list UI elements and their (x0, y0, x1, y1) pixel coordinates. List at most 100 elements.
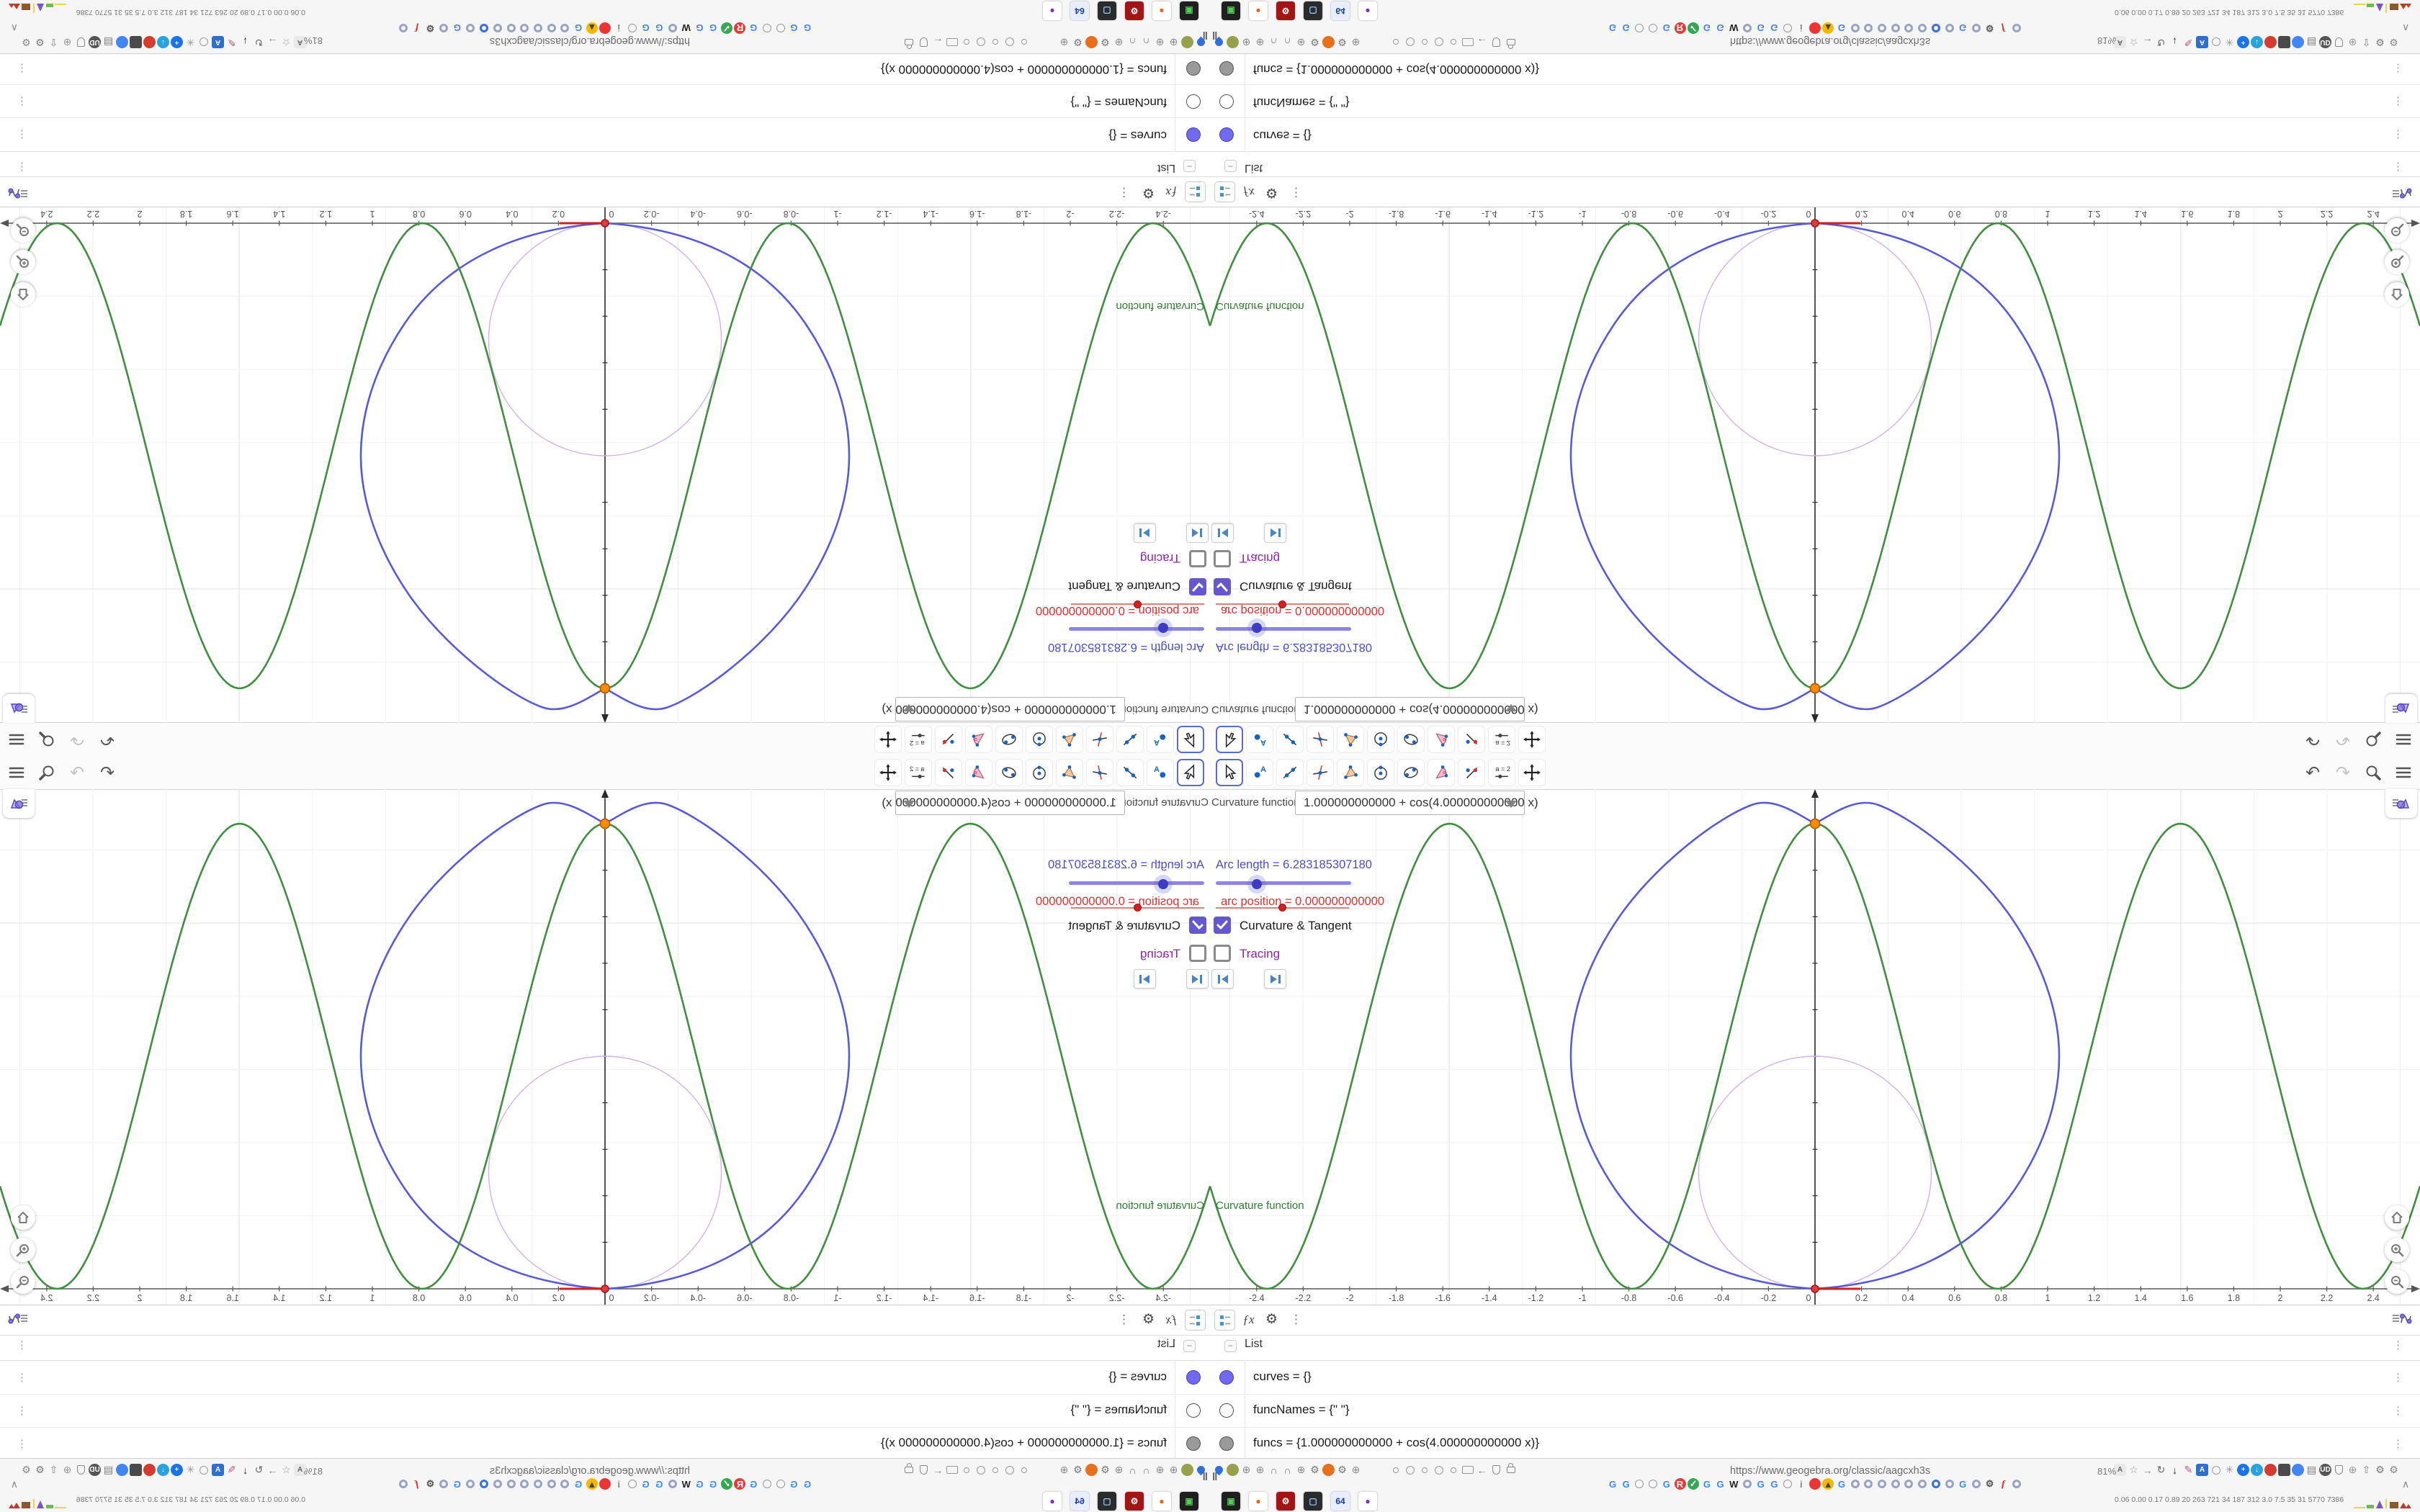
tab-favicon[interactable] (438, 22, 449, 34)
tab-favicon[interactable] (1876, 1478, 1888, 1490)
tool-ellipse[interactable] (995, 759, 1023, 786)
radio-icon[interactable] (975, 36, 987, 48)
kebab-menu-icon[interactable]: ⋮ (2393, 95, 2403, 108)
tab-favicon[interactable] (1903, 22, 1914, 34)
monitor-app-icon[interactable]: ▢ (1098, 1492, 1116, 1511)
radio-icon[interactable] (975, 1464, 987, 1476)
trash-icon[interactable] (130, 36, 142, 48)
address-url[interactable]: https://www.geogebra.org/classic/aagcxh3… (490, 35, 690, 47)
tool-point[interactable]: A (1147, 759, 1174, 786)
tab-favicon[interactable] (1647, 22, 1659, 34)
terminal-app-icon[interactable]: ▣ (1180, 1, 1198, 20)
radio-icon[interactable] (1418, 36, 1430, 48)
tab-favicon[interactable] (398, 22, 409, 34)
list-item[interactable]: funcs = {1.000000000000 + cos(4.00000000… (1210, 1427, 2420, 1461)
globe-icon[interactable]: ⊕ (1113, 36, 1125, 48)
clipboard-icon[interactable]: ▤ (102, 36, 115, 48)
tab-favicon[interactable]: G (1607, 1478, 1618, 1490)
tab-favicon[interactable] (506, 1478, 517, 1490)
tab-favicon[interactable]: G (1701, 22, 1713, 34)
arc-position-slider-thumb[interactable] (1134, 904, 1142, 912)
chat-app-icon[interactable]: ● (1358, 1492, 1377, 1511)
graphics-stylebar-toggle[interactable] (3, 789, 35, 818)
tab-favicon[interactable] (2011, 22, 2022, 34)
curvature-tangent-checkbox[interactable] (1214, 578, 1231, 595)
red-badge-icon[interactable] (2264, 36, 2277, 48)
globe-icon[interactable]: ⊕ (1240, 1464, 1252, 1476)
graphics-view[interactable] (0, 207, 1210, 723)
kebab-menu-icon[interactable]: ⋮ (17, 62, 27, 75)
graphics-stylebar-toggle[interactable] (3, 694, 35, 723)
tool-slider[interactable]: a = 2 (1488, 759, 1515, 786)
tab-favicon[interactable] (1890, 22, 1901, 34)
tab-favicon[interactable]: G (1607, 22, 1618, 34)
firefox-app-icon[interactable]: ● (1152, 1492, 1171, 1511)
tab-favicon[interactable]: G (1701, 1478, 1713, 1490)
arc-length-slider-thumb[interactable] (1154, 875, 1173, 894)
globe-icon[interactable]: ⊕ (1168, 1464, 1180, 1476)
tool-move-graphics-view[interactable] (874, 726, 902, 753)
list-item[interactable]: funcNames = {" "} ⋮ (1210, 1394, 2420, 1428)
tab-favicon[interactable]: ▲ (1822, 1478, 1834, 1490)
tab-favicon[interactable] (559, 22, 570, 34)
tab-favicon[interactable]: G (640, 22, 652, 34)
download-icon[interactable]: ↓ (239, 36, 251, 48)
tab-favicon[interactable] (546, 22, 557, 34)
home-button[interactable] (2385, 282, 2409, 307)
kebab-menu-icon[interactable]: ⋮ (17, 95, 27, 108)
lock-icon[interactable] (1505, 1463, 1517, 1476)
tab-favicon[interactable]: G (1768, 22, 1780, 34)
tool-angle[interactable]: α (965, 759, 992, 786)
list-item[interactable]: funcs = {1.000000000000 + cos(4.00000000… (0, 51, 1210, 85)
kebab-menu-icon[interactable]: ⋮ (1286, 183, 1306, 202)
skip-start-button[interactable] (1186, 523, 1209, 543)
tool-move[interactable] (1177, 726, 1204, 753)
headset-icon[interactable]: ∩ (1140, 36, 1152, 48)
trash-icon[interactable] (2278, 36, 2290, 48)
list-item[interactable]: funcNames = {" "} ⋮ (0, 1394, 1210, 1428)
collapse-list-button[interactable]: − (1183, 160, 1196, 172)
tab-favicon[interactable]: G (748, 22, 759, 34)
tab-favicon[interactable]: ✓ (720, 1478, 732, 1490)
monitor-app-icon[interactable]: ▢ (1304, 1492, 1322, 1511)
terminal-app-icon[interactable]: ▣ (1222, 1, 1240, 20)
app-dot-icon[interactable] (1227, 36, 1239, 48)
radio-icon[interactable] (1018, 1464, 1031, 1476)
tab-favicon[interactable] (465, 1478, 477, 1490)
arc-length-slider[interactable] (1216, 627, 1351, 631)
skip-end-button[interactable] (1134, 523, 1156, 543)
tab-favicon[interactable]: f (411, 22, 423, 34)
globe-color-icon[interactable] (2292, 36, 2304, 48)
monitor-app-icon[interactable]: ▢ (1304, 1, 1322, 20)
kebab-menu-icon[interactable]: ⋮ (2393, 1338, 2403, 1351)
pin-icon[interactable] (1195, 1464, 1207, 1476)
tool-reflect[interactable] (935, 759, 962, 786)
tab-favicon[interactable] (1917, 22, 1928, 34)
tool-circle-with-center[interactable] (1026, 726, 1053, 753)
curvature-tangent-checkbox[interactable] (1189, 917, 1206, 934)
graphics-stylebar-toggle[interactable] (2385, 694, 2417, 723)
emulator-app-icon[interactable]: 64 (1070, 1492, 1089, 1511)
tab-favicon[interactable]: G (452, 1478, 463, 1490)
skip-end-button[interactable] (1264, 523, 1286, 543)
undo-icon[interactable]: ↶ (97, 729, 118, 750)
asterisk-icon[interactable]: ✳ (2223, 1464, 2236, 1476)
menu-icon[interactable] (2393, 729, 2414, 750)
radio-icon[interactable] (1447, 1464, 1459, 1476)
list-item[interactable]: funcNames = {" "} ⋮ (1210, 84, 2420, 118)
skip-end-button[interactable] (1134, 969, 1156, 989)
tab-favicon[interactable] (398, 1478, 409, 1490)
kebab-menu-icon[interactable]: ⋮ (2393, 128, 2403, 141)
globe-icon[interactable]: ⊕ (1295, 1464, 1307, 1476)
curvature-tangent-checkbox[interactable] (1189, 578, 1206, 595)
asterisk-icon[interactable]: ✳ (184, 1464, 197, 1476)
globe-icon[interactable]: ⊕ (1350, 1464, 1362, 1476)
tab-favicon[interactable] (2011, 1478, 2022, 1490)
ud-badge-icon[interactable]: UD (89, 36, 101, 48)
tab-favicon[interactable]: ⚙ (1984, 22, 1996, 34)
tab-favicon[interactable]: f (1997, 22, 2009, 34)
tool-move-graphics-view[interactable] (1518, 759, 1546, 786)
firefox-icon[interactable] (1085, 36, 1098, 48)
folder-icon[interactable] (946, 36, 959, 48)
arc-length-slider[interactable] (1069, 627, 1204, 631)
